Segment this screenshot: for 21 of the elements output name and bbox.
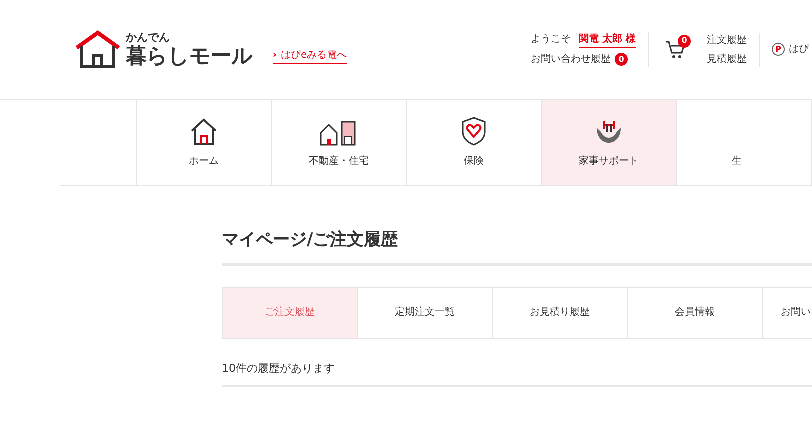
- cart-icon[interactable]: [665, 38, 687, 60]
- house-icon: [189, 118, 219, 146]
- house-and-building-icon: [319, 120, 359, 146]
- inquiry-history-link[interactable]: お問い合わせ履歴: [531, 52, 612, 67]
- logo-kicker: かんでん: [126, 32, 171, 44]
- house-logo-icon: [74, 30, 122, 70]
- welcome-text: ようこそ: [531, 33, 572, 47]
- points-icon[interactable]: P: [772, 43, 785, 56]
- shield-heart-icon: [461, 116, 487, 146]
- nav-item[interactable]: 家事サポート: [542, 100, 677, 185]
- user-name-link[interactable]: 関電 太郎 様: [579, 32, 636, 48]
- logo-name: 暮らしモール: [126, 43, 253, 70]
- history-link[interactable]: 注文履歴: [707, 32, 747, 48]
- header-link[interactable]: › はぴeみる電へ: [272, 48, 348, 64]
- result-count: 10件の履歴があります: [222, 360, 812, 387]
- points-link[interactable]: はぴ: [789, 42, 809, 57]
- inquiry-count-badge: 0: [615, 53, 628, 66]
- history-link[interactable]: 見積履歴: [707, 52, 747, 66]
- family-in-hands-icon: [594, 118, 624, 146]
- cart-count-badge: 0: [678, 34, 691, 48]
- page-title: マイページ/ご注文履歴: [222, 228, 812, 266]
